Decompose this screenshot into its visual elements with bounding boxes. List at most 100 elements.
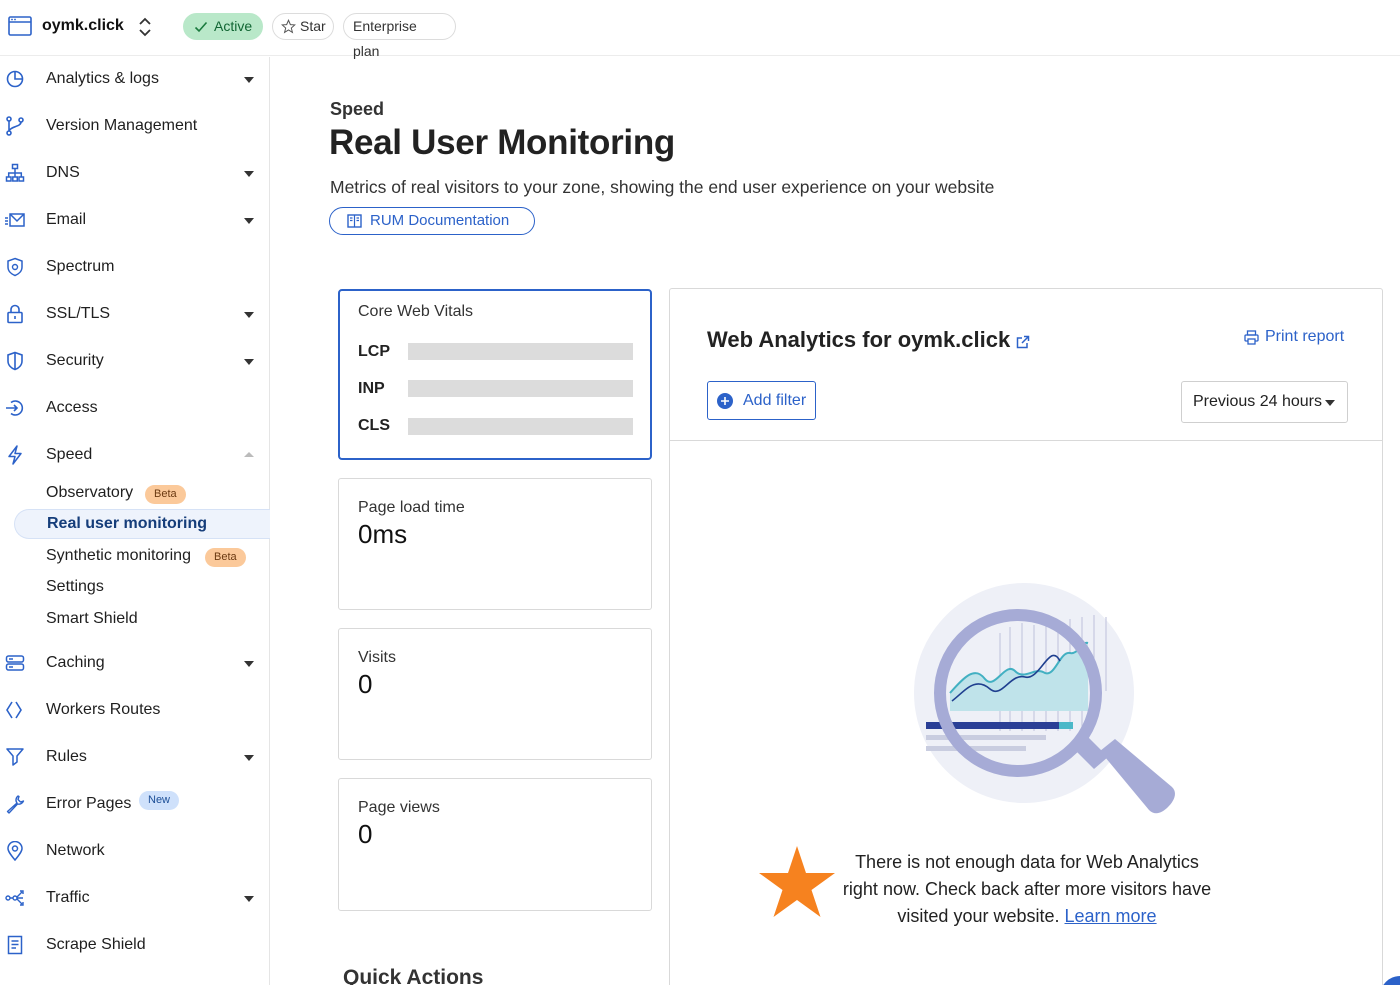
sidebar-item-label: Security <box>46 352 104 369</box>
card-title: Core Web Vitals <box>358 303 474 320</box>
document-icon <box>7 935 23 955</box>
vital-label-inp: INP <box>358 380 385 397</box>
sidebar-item-label: Caching <box>46 654 105 671</box>
sidebar-item-speed[interactable]: Speed <box>0 435 270 475</box>
rules-icon <box>6 748 24 766</box>
sidebar-item-ssl-tls[interactable]: SSL/TLS <box>0 294 270 334</box>
sidebar-subitem-observatory[interactable]: Observatory Beta <box>14 478 270 508</box>
sidebar-item-label: Spectrum <box>46 258 115 275</box>
time-range-value: Previous 24 hours <box>1193 393 1322 410</box>
sidebar-item-label: Network <box>46 842 105 859</box>
branch-icon <box>6 116 24 136</box>
external-link-icon[interactable] <box>1016 335 1030 349</box>
sidebar-item-dns[interactable]: DNS <box>0 153 270 193</box>
time-range-select[interactable]: Previous 24 hours <box>1181 381 1348 423</box>
dns-icon <box>5 163 25 182</box>
vital-bar-placeholder <box>408 418 633 435</box>
vital-bar-placeholder <box>408 343 633 360</box>
chevron-down-icon <box>244 171 254 177</box>
beta-badge: Beta <box>145 485 186 504</box>
sidebar-item-traffic[interactable]: Traffic <box>0 878 270 918</box>
sidebar-item-label: SSL/TLS <box>46 305 111 322</box>
chevron-down-icon <box>244 359 254 365</box>
sidebar-item-label: Email <box>46 211 87 228</box>
sidebar-item-access[interactable]: Access <box>0 388 270 428</box>
workers-icon <box>6 701 22 719</box>
star-icon <box>759 846 835 917</box>
sidebar-item-rules[interactable]: Rules <box>0 737 270 777</box>
learn-more-link[interactable]: Learn more <box>1065 906 1157 926</box>
status-label: Active <box>214 18 253 34</box>
sidebar-item-label: Scrape Shield <box>46 936 146 953</box>
vital-label-lcp: LCP <box>358 343 390 360</box>
sidebar-subitem-synthetic-monitoring[interactable]: Synthetic monitoring Beta <box>14 541 270 571</box>
browser-window-icon <box>8 16 32 36</box>
web-analytics-title: Web Analytics for oymk.click <box>707 327 1011 352</box>
card-value: 0 <box>358 819 373 849</box>
sidebar-subitem-label: Smart Shield <box>46 610 138 627</box>
rum-documentation-button[interactable]: RUM Documentation <box>329 207 535 235</box>
sidebar-subitem-smart-shield[interactable]: Smart Shield <box>14 604 270 634</box>
sidebar-item-caching[interactable]: Caching <box>0 643 270 683</box>
chevron-down-icon <box>244 218 254 224</box>
spectrum-icon <box>7 257 23 277</box>
web-analytics-panel: Web Analytics for oymk.click Print repor… <box>669 288 1383 985</box>
sidebar-item-scrape-shield[interactable]: Scrape Shield <box>0 925 270 965</box>
sidebar-subitem-label: Synthetic monitoring <box>46 547 191 564</box>
vital-bar-placeholder <box>408 380 633 397</box>
sidebar-item-error-pages[interactable]: Error Pages New <box>0 784 270 824</box>
sidebar-item-label: Speed <box>46 446 93 463</box>
add-filter-button[interactable]: Add filter <box>707 381 816 420</box>
sidebar-item-email[interactable]: Email <box>0 200 270 240</box>
email-icon <box>5 213 25 227</box>
divider <box>670 440 1382 441</box>
print-report-label: Print report <box>1265 328 1345 345</box>
sidebar-item-label: Version Management <box>46 117 198 134</box>
chevron-down-icon <box>244 896 254 902</box>
sidebar-item-label: Analytics & logs <box>46 70 159 87</box>
sidebar-item-label: Traffic <box>46 889 90 906</box>
sidebar-item-workers-routes[interactable]: Workers Routes <box>0 690 270 730</box>
sidebar-item-version-management[interactable]: Version Management <box>0 106 270 146</box>
card-value: 0ms <box>358 519 408 549</box>
location-pin-icon <box>7 841 23 861</box>
page-title: Real User Monitoring <box>329 123 675 162</box>
page-views-card: Page views 0 <box>338 778 652 911</box>
card-title: Page views <box>358 799 440 816</box>
sidebar-item-spectrum[interactable]: Spectrum <box>0 247 270 287</box>
card-value: 0 <box>358 669 373 699</box>
help-button[interactable] <box>1380 976 1400 985</box>
new-badge: New <box>139 791 180 810</box>
chevron-down-icon <box>244 77 254 83</box>
print-report-button[interactable]: Print report <box>1244 328 1344 346</box>
star-button[interactable]: Star <box>272 13 334 40</box>
sidebar-subitem-settings[interactable]: Settings <box>14 572 270 602</box>
sidebar-subitem-label: Real user monitoring <box>47 515 208 532</box>
sidebar-item-security[interactable]: Security <box>0 341 270 381</box>
lock-icon <box>7 304 23 324</box>
plan-badge[interactable]: Enterprise plan <box>343 13 456 59</box>
page-subtitle: Metrics of real visitors to your zone, s… <box>330 177 995 197</box>
sidebar-item-analytics-logs[interactable]: Analytics & logs <box>0 59 270 99</box>
quick-actions-heading: Quick Actions <box>343 966 484 985</box>
sidebar-subitem-real-user-monitoring[interactable]: Real user monitoring <box>14 509 270 539</box>
sidebar-item-label: Workers Routes <box>46 701 161 718</box>
sidebar-item-label: Error Pages <box>46 795 132 812</box>
plus-circle-icon <box>717 393 733 409</box>
chevron-down-icon <box>244 312 254 318</box>
star-label: Star <box>300 18 326 34</box>
magnifying-glass-analytics-illustration <box>914 583 1175 814</box>
page-load-time-card: Page load time 0ms <box>338 478 652 610</box>
zone-name[interactable]: oymk.click <box>42 17 124 35</box>
sidebar: Analytics & logs Version Management DNS … <box>0 57 270 985</box>
card-title: Visits <box>358 649 396 666</box>
chevron-down-icon <box>244 755 254 761</box>
shield-icon <box>7 351 23 371</box>
rum-documentation-label: RUM Documentation <box>370 212 510 229</box>
core-web-vitals-card: Core Web Vitals LCP INP CLS <box>338 289 652 460</box>
check-icon <box>194 21 208 33</box>
vital-label-cls: CLS <box>358 417 390 434</box>
book-icon <box>347 214 362 228</box>
sidebar-item-network[interactable]: Network <box>0 831 270 871</box>
zone-switcher-icon[interactable] <box>136 16 154 38</box>
